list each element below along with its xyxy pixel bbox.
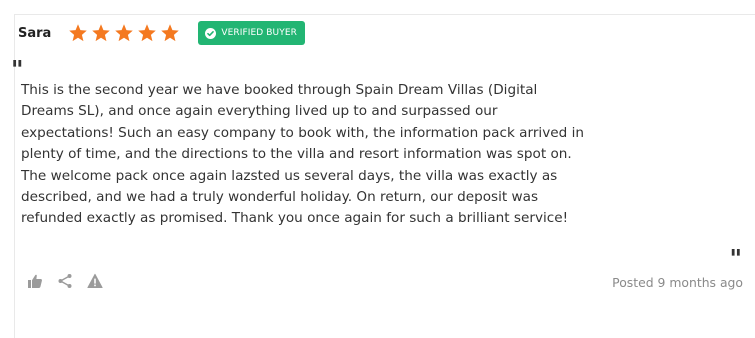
review-text-line: Dreams SL), and once again everything li…	[21, 103, 498, 120]
verified-buyer-badge: VERIFIED BUYER	[198, 21, 305, 45]
close-quote-icon: "	[729, 244, 742, 273]
share-icon[interactable]	[57, 273, 73, 289]
star-rating	[68, 23, 180, 43]
review-text-line: The welcome pack once again lazsted us s…	[21, 167, 558, 184]
review-text-line: refunded exactly as promised. Thank you …	[21, 210, 569, 227]
open-quote-icon: "	[11, 55, 24, 84]
review-text-line: expectations! Such an easy company to bo…	[21, 124, 584, 141]
posted-timestamp: Posted 9 months ago	[612, 275, 743, 290]
warning-icon[interactable]	[87, 273, 103, 289]
star-icon	[91, 23, 111, 43]
reviewer-name: Sara	[18, 25, 52, 41]
review-text: This is the second year we have booked t…	[21, 80, 721, 230]
star-icon	[68, 23, 88, 43]
review-actions	[27, 273, 103, 289]
review-text-line: This is the second year we have booked t…	[21, 82, 538, 98]
thumbs-up-icon[interactable]	[27, 273, 43, 289]
review-text-line: described, and we had a truly wonderful …	[21, 189, 539, 206]
star-icon	[160, 23, 180, 43]
review-text-line: plenty of time, and the directions to th…	[21, 146, 572, 163]
star-icon	[114, 23, 134, 43]
verified-buyer-label: VERIFIED BUYER	[221, 28, 297, 38]
star-icon	[137, 23, 157, 43]
check-circle-icon	[205, 27, 217, 39]
review-header: Sara VERIFIED BUYER	[18, 20, 305, 46]
